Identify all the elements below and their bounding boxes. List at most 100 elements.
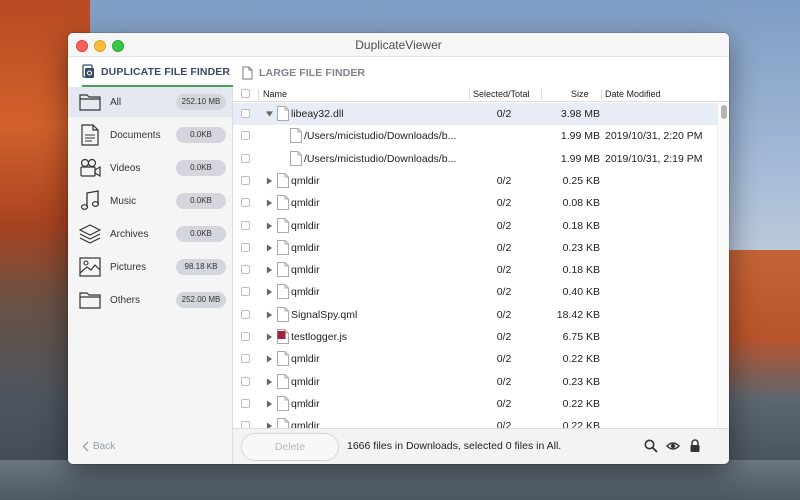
row-checkbox[interactable] — [241, 265, 250, 275]
table-row[interactable]: testlogger.js 0/2 6.75 KB — [233, 326, 717, 348]
sidebar-item-archives[interactable]: Archives 0.0KB — [68, 219, 232, 249]
app-window: DuplicateViewer DUPLICATE FILE FINDER LA… — [68, 33, 729, 464]
row-checkbox[interactable] — [241, 153, 250, 163]
column-header-selected[interactable]: Selected/Total — [473, 89, 530, 99]
table-row[interactable]: qmldir 0/2 0.22 KB — [233, 393, 717, 415]
eye-icon[interactable] — [666, 439, 680, 453]
column-header-name[interactable]: Name — [263, 89, 287, 99]
file-icon — [277, 373, 289, 389]
search-icon[interactable] — [644, 439, 658, 453]
column-header-size[interactable]: Size — [571, 89, 589, 99]
table-row[interactable]: libeay32.dll 0/2 3.98 MB — [233, 103, 717, 125]
row-checkbox[interactable] — [241, 309, 250, 319]
row-checkbox[interactable] — [241, 220, 250, 230]
selected-total: 0/2 — [496, 264, 512, 277]
video-camera-icon — [80, 158, 101, 178]
file-name: qmldir — [291, 397, 320, 410]
sidebar-item-all[interactable]: All 252.10 MB — [68, 87, 232, 117]
file-name: qmldir — [291, 174, 320, 187]
sidebar-item-pictures[interactable]: Pictures 98.18 KB — [68, 252, 232, 282]
disclosure-right-icon[interactable] — [266, 355, 273, 363]
sidebar-item-label: Others — [110, 294, 141, 306]
disclosure-right-icon[interactable] — [266, 244, 273, 252]
disclosure-right-icon[interactable] — [266, 400, 273, 408]
table-row[interactable]: qmldir 0/2 0.23 KB — [233, 371, 717, 393]
vertical-scrollbar[interactable] — [717, 103, 729, 428]
file-icon — [277, 172, 289, 188]
file-icon — [277, 351, 289, 367]
category-size-badge: 0.0KB — [176, 127, 226, 143]
disclosure-right-icon[interactable] — [266, 311, 273, 319]
disclosure-right-icon[interactable] — [266, 288, 273, 296]
table-row[interactable]: SignalSpy.qml 0/2 18.42 KB — [233, 304, 717, 326]
music-note-icon — [80, 190, 100, 210]
sidebar-item-videos[interactable]: Videos 0.0KB — [68, 153, 232, 183]
category-size-badge: 98.18 KB — [176, 259, 226, 275]
file-name: qmldir — [291, 420, 320, 428]
file-icon — [290, 128, 302, 144]
sidebar-item-documents[interactable]: Documents 0.0KB — [68, 120, 232, 150]
table-row[interactable]: qmldir 0/2 0.22 KB — [233, 348, 717, 370]
row-checkbox[interactable] — [241, 421, 250, 428]
disclosure-right-icon[interactable] — [266, 222, 273, 230]
disclosure-right-icon[interactable] — [266, 177, 273, 185]
folder-icon — [79, 292, 101, 309]
file-size: 0.22 KB — [562, 397, 600, 410]
selected-total: 0/2 — [496, 420, 512, 428]
back-button[interactable]: Back — [82, 441, 115, 452]
file-icon — [277, 195, 289, 211]
row-checkbox[interactable] — [241, 242, 250, 252]
table-row[interactable]: qmldir 0/2 0.18 KB — [233, 259, 717, 281]
file-size: 0.25 KB — [562, 174, 600, 187]
table-row[interactable]: qmldir 0/2 0.23 KB — [233, 237, 717, 259]
tab-large-file-finder[interactable]: LARGE FILE FINDER — [242, 58, 365, 87]
row-checkbox[interactable] — [241, 398, 250, 408]
row-checkbox[interactable] — [241, 198, 250, 208]
selected-total: 0/2 — [496, 353, 512, 366]
duplicate-finder-icon — [82, 64, 94, 78]
file-name: SignalSpy.qml — [291, 308, 358, 321]
category-size-badge: 0.0KB — [176, 160, 226, 176]
row-checkbox[interactable] — [241, 287, 250, 297]
table-row[interactable]: qmldir 0/2 0.22 KB — [233, 415, 717, 428]
row-checkbox[interactable] — [241, 131, 250, 141]
file-icon — [277, 418, 289, 428]
row-checkbox[interactable] — [241, 175, 250, 185]
file-size: 3.98 MB — [560, 108, 600, 120]
date-modified: 2019/10/31, 2:19 PM — [605, 152, 703, 165]
file-name: qmldir — [291, 353, 320, 366]
document-icon — [81, 124, 99, 146]
disclosure-right-icon[interactable] — [266, 378, 273, 386]
row-checkbox[interactable] — [241, 376, 250, 386]
table-row[interactable]: qmldir 0/2 0.25 KB — [233, 170, 717, 192]
delete-button[interactable]: Delete — [241, 433, 339, 461]
tab-duplicate-file-finder[interactable]: DUPLICATE FILE FINDER — [82, 58, 233, 87]
table-row-duplicate[interactable]: /Users/micistudio/Downloads/b... 1.99 MB 2… — [233, 125, 717, 147]
selected-total: 0/2 — [496, 331, 512, 343]
row-checkbox[interactable] — [241, 332, 250, 341]
row-checkbox[interactable] — [241, 354, 250, 364]
status-text: 1666 files in Downloads, selected 0 file… — [347, 440, 562, 452]
sidebar-item-music[interactable]: Music 0.0KB — [68, 186, 232, 216]
file-icon — [277, 262, 289, 278]
disclosure-right-icon[interactable] — [266, 199, 273, 207]
sidebar-item-others[interactable]: Others 252.00 MB — [68, 285, 232, 315]
column-header-date[interactable]: Date Modified — [605, 89, 661, 99]
scrollbar-thumb[interactable] — [721, 105, 727, 119]
disclosure-right-icon[interactable] — [266, 333, 273, 341]
selected-total: 0/2 — [496, 397, 512, 410]
select-all-checkbox[interactable] — [241, 89, 250, 98]
disclosure-right-icon[interactable] — [266, 266, 273, 274]
table-row-duplicate[interactable]: /Users/micistudio/Downloads/b... 1.99 MB 2… — [233, 148, 717, 170]
file-size: 0.22 KB — [562, 420, 600, 428]
category-size-badge: 0.0KB — [176, 226, 226, 242]
table-row[interactable]: qmldir 0/2 0.08 KB — [233, 192, 717, 214]
row-checkbox[interactable] — [241, 109, 250, 118]
file-size: 6.75 KB — [562, 331, 600, 343]
desktop-wallpaper-bottom — [0, 460, 800, 500]
file-name: /Users/micistudio/Downloads/b... — [304, 130, 457, 143]
table-row[interactable]: qmldir 0/2 0.40 KB — [233, 281, 717, 303]
lock-icon[interactable] — [688, 439, 702, 453]
disclosure-down-icon[interactable] — [266, 110, 273, 118]
table-row[interactable]: qmldir 0/2 0.18 KB — [233, 215, 717, 237]
